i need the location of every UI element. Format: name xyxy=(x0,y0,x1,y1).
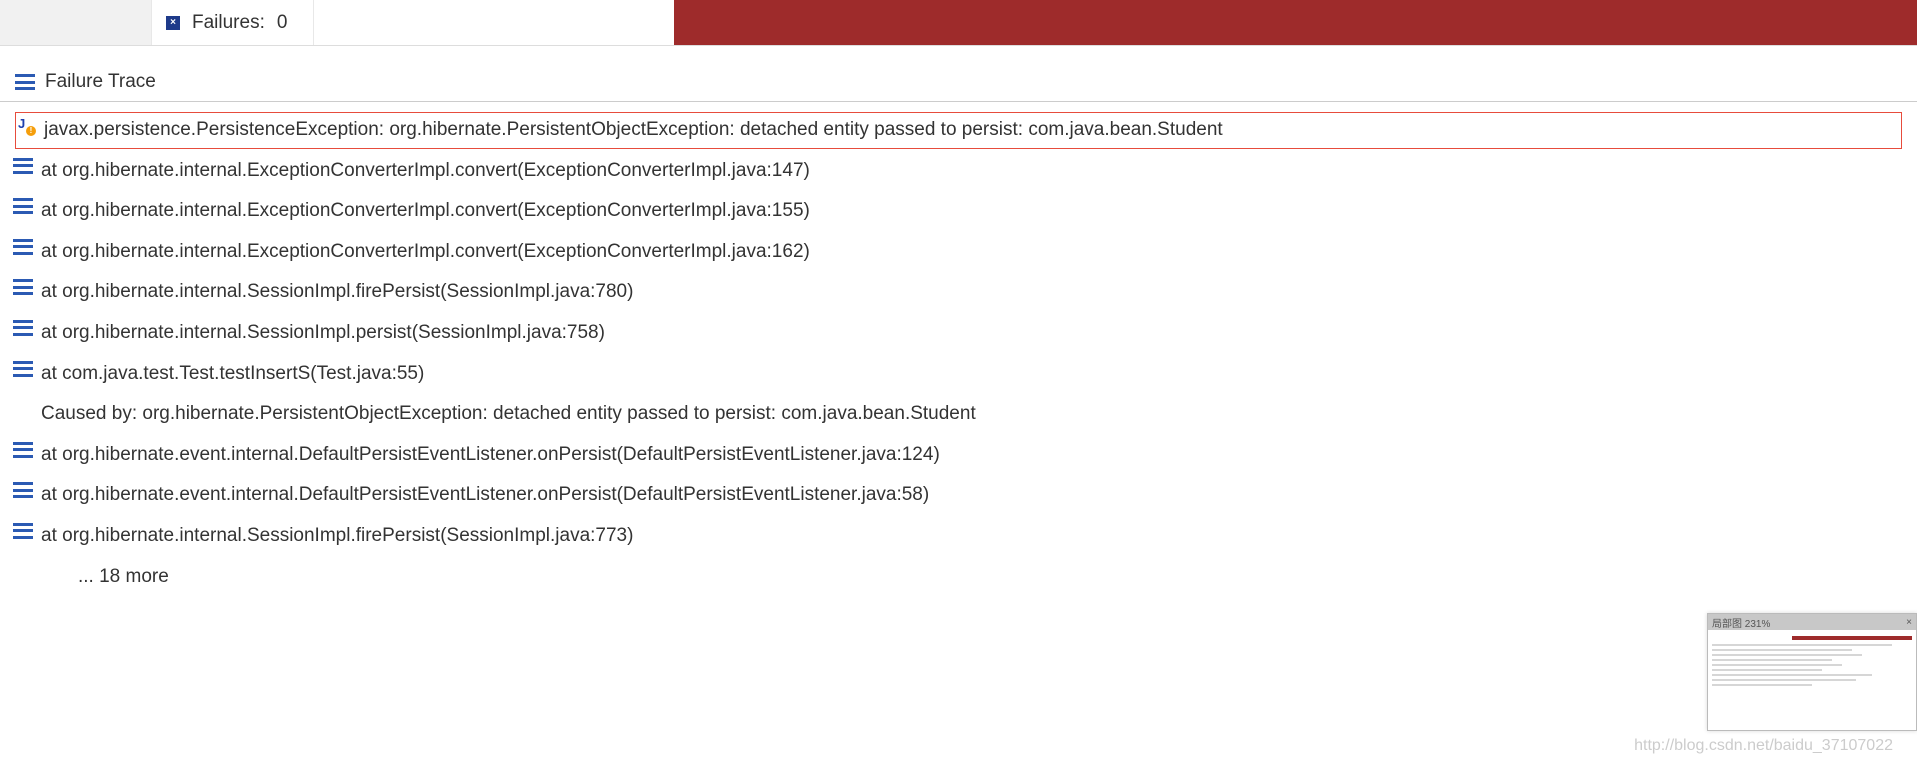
progress-bar xyxy=(674,0,1917,45)
trace-text: at org.hibernate.internal.SessionImpl.pe… xyxy=(41,320,605,347)
thumbnail-body xyxy=(1708,630,1916,730)
stacktrace-icon xyxy=(15,442,31,458)
stacktrace-icon xyxy=(15,74,35,90)
trace-row[interactable]: at com.java.test.Test.testInsertS(Test.j… xyxy=(0,354,1917,395)
top-bar: × Failures: 0 xyxy=(0,0,1917,46)
trace-text: at com.java.test.Test.testInsertS(Test.j… xyxy=(41,361,424,388)
failures-value: 0 xyxy=(277,12,299,34)
watermark-text: http://blog.csdn.net/baidu_37107022 xyxy=(1634,737,1893,755)
trace-row[interactable]: at org.hibernate.internal.ExceptionConve… xyxy=(0,191,1917,232)
failure-trace-list: J! javax.persistence.PersistenceException… xyxy=(0,102,1917,605)
stacktrace-icon xyxy=(15,279,31,295)
progress-spacer xyxy=(314,0,674,45)
trace-row[interactable]: J! javax.persistence.PersistenceException… xyxy=(15,112,1902,149)
stacktrace-icon xyxy=(15,320,31,336)
trace-text: javax.persistence.PersistenceException: … xyxy=(44,117,1223,144)
trace-text: at org.hibernate.internal.SessionImpl.fi… xyxy=(41,279,633,306)
trace-row[interactable]: at org.hibernate.internal.ExceptionConve… xyxy=(0,151,1917,192)
trace-text: at org.hibernate.internal.SessionImpl.fi… xyxy=(41,523,633,550)
thumbnail-close-icon[interactable]: × xyxy=(1906,617,1912,628)
stacktrace-icon xyxy=(15,523,31,539)
failures-icon: × xyxy=(166,16,180,30)
failures-label: Failures: xyxy=(192,12,265,34)
trace-row[interactable]: at org.hibernate.event.internal.DefaultP… xyxy=(0,435,1917,476)
stacktrace-icon xyxy=(15,198,31,214)
trace-row[interactable]: at org.hibernate.internal.SessionImpl.pe… xyxy=(0,313,1917,354)
stacktrace-icon xyxy=(15,361,31,377)
trace-text: Caused by: org.hibernate.PersistentObjec… xyxy=(41,401,976,428)
stacktrace-icon xyxy=(15,239,31,255)
trace-row[interactable]: at org.hibernate.internal.ExceptionConve… xyxy=(0,232,1917,273)
exception-warn-icon: J! xyxy=(18,117,34,133)
stacktrace-icon xyxy=(15,158,31,174)
failure-trace-title: Failure Trace xyxy=(45,71,156,93)
trace-text: at org.hibernate.internal.ExceptionConve… xyxy=(41,198,810,225)
thumbnail-title: 局部图 231% xyxy=(1712,615,1770,630)
stacktrace-icon xyxy=(15,482,31,498)
failure-trace-header: Failure Trace xyxy=(0,46,1917,102)
trace-text: ... 18 more xyxy=(78,564,169,591)
top-spacer xyxy=(0,0,152,45)
trace-text: at org.hibernate.internal.ExceptionConve… xyxy=(41,239,810,266)
trace-row[interactable]: at org.hibernate.internal.SessionImpl.fi… xyxy=(0,272,1917,313)
trace-text: at org.hibernate.event.internal.DefaultP… xyxy=(41,482,929,509)
failures-tab[interactable]: × Failures: 0 xyxy=(152,0,314,45)
trace-text: at org.hibernate.event.internal.DefaultP… xyxy=(41,442,940,469)
trace-row[interactable]: Caused by: org.hibernate.PersistentObjec… xyxy=(0,394,1917,435)
trace-row[interactable]: at org.hibernate.internal.SessionImpl.fi… xyxy=(0,516,1917,557)
thumbnail-header[interactable]: 局部图 231% × xyxy=(1708,614,1916,630)
thumbnail-overlay[interactable]: 局部图 231% × xyxy=(1707,613,1917,731)
trace-row[interactable]: ... 18 more xyxy=(0,557,1917,598)
trace-text: at org.hibernate.internal.ExceptionConve… xyxy=(41,158,810,185)
trace-row[interactable]: at org.hibernate.event.internal.DefaultP… xyxy=(0,475,1917,516)
